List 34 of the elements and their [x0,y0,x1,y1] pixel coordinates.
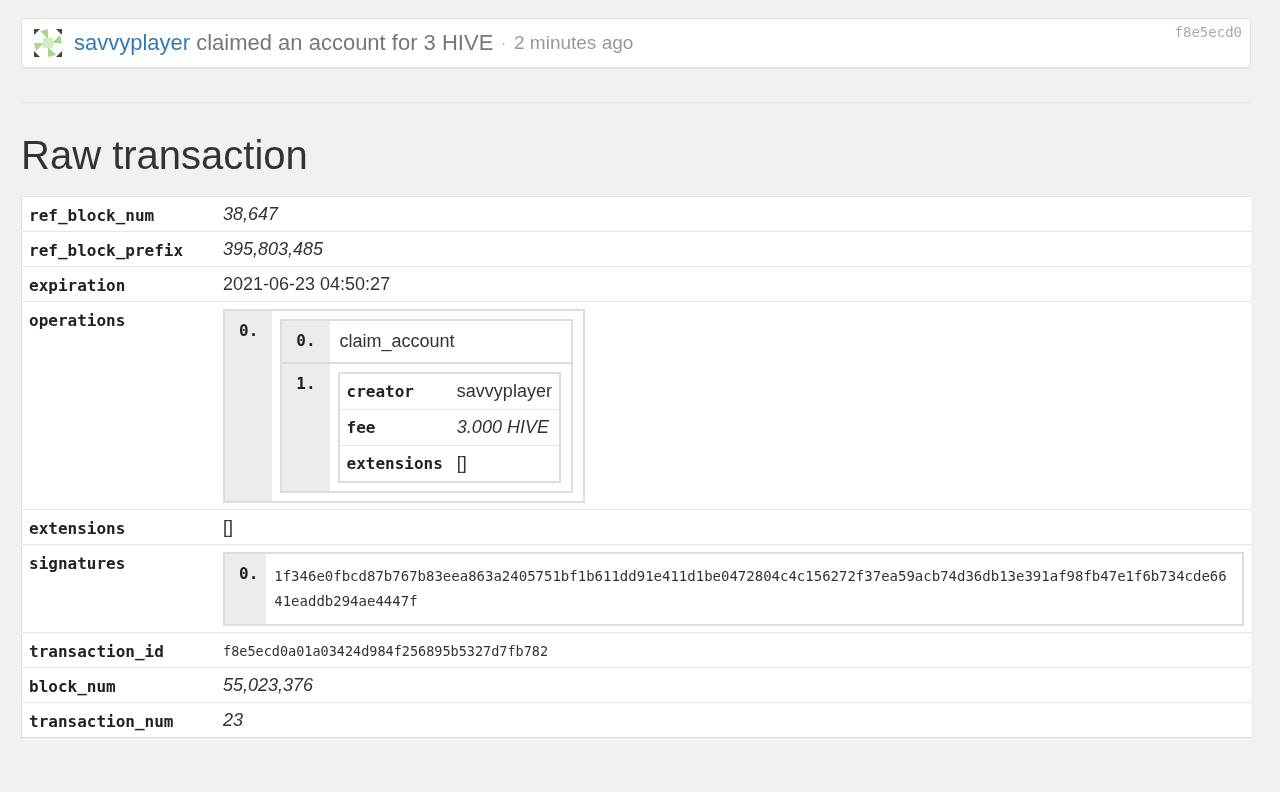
operation-name: claim_account [339,331,455,351]
separator-dot: · [501,35,506,51]
field-value: savvyplayer [456,381,552,401]
activity-text: claimed an account for 3 HIVE [196,30,494,56]
field-key: creator [346,382,414,401]
field-key: extensions [346,454,443,473]
field-key: operations [29,311,126,330]
field-value: 23 [223,710,244,731]
field-value: 3.000 HIVE [456,417,549,437]
field-key: block_num [29,677,116,697]
timestamp: 2 minutes ago [514,32,634,54]
field-key: ref_block_num [29,206,155,225]
field-value: [] [456,453,467,473]
username-link[interactable]: savvyplayer [74,30,191,56]
field-key: transaction_id [29,642,164,662]
transaction-link[interactable]: f8e5ecd0 [1174,24,1242,40]
field-key: extensions [29,519,126,538]
field-value: 55,023,376 [223,675,314,696]
field-key: ref_block_prefix [29,241,184,260]
field-value: [] [223,517,233,537]
field-key: signatures [29,554,126,573]
signature-value: 1f346e0fbcd87b767b83eea863a2405751bf1b611dd91e411d1be0472804c4c156272f37ea59acb74d36db13e391af98fb47e1f6b734cde6641eaddb294ae4447f [274,568,1227,610]
field-value: 38,647 [223,204,279,224]
field-key: expiration [29,276,126,295]
list-index: 1. [296,374,316,393]
page-title: Raw transaction [21,133,309,178]
field-key: fee [346,418,376,437]
list-index: 0. [296,331,316,350]
field-value: f8e5ecd0a01a03424d984f256895b5327d7fb782 [223,643,549,660]
list-index: 0. [239,321,259,340]
field-value: 2021-06-23 04:50:27 [223,274,391,294]
field-key: transaction_num [29,712,174,732]
list-index: 0. [239,564,259,583]
field-value: 395,803,485 [223,239,324,259]
